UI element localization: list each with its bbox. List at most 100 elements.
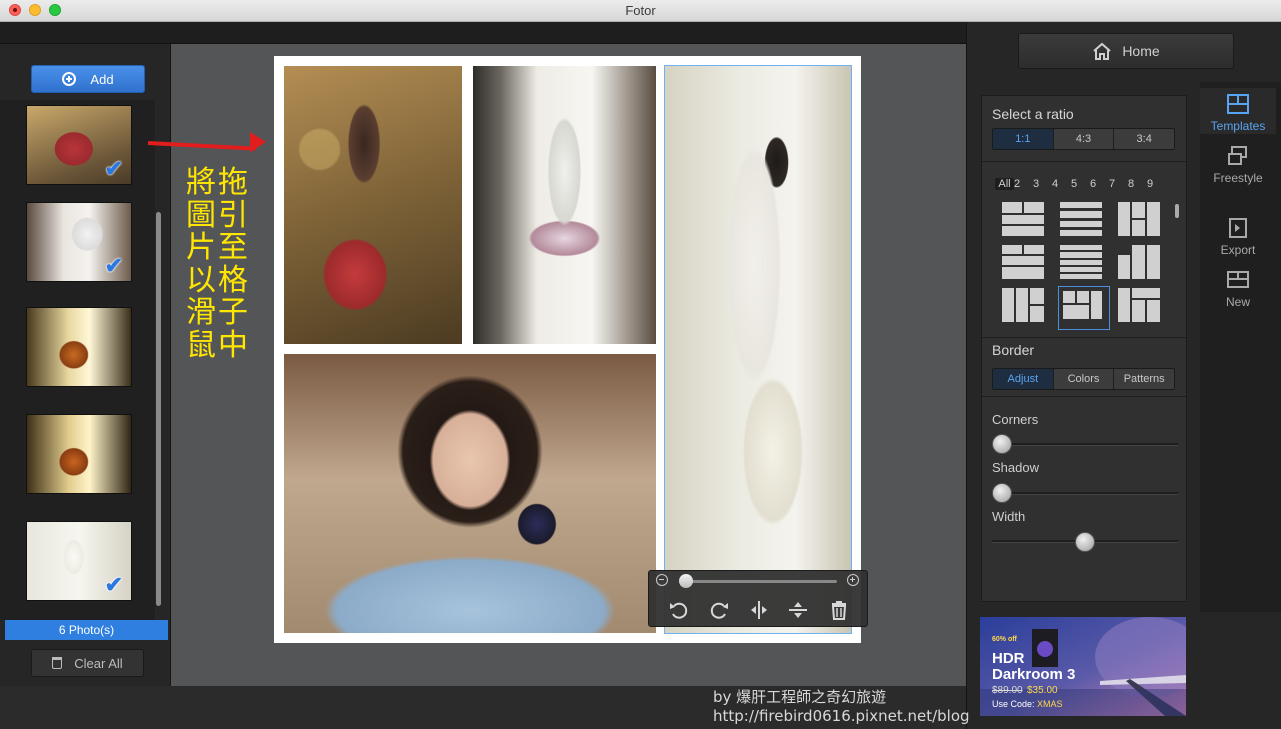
annotation-column-2: 將 圖 片 以 滑 鼠 [186,165,216,363]
photo-thumbnail-list: ✔ ✔ ✔ [0,100,155,620]
trash-icon [52,657,63,669]
divider [982,161,1186,162]
template-thumbnail[interactable] [1060,245,1108,285]
photo-thumbnail[interactable] [26,307,132,387]
ratio-title: Select a ratio [992,106,1074,122]
footer-byline: by 爆肝工程師之奇幻旅遊 [713,688,887,706]
plus-circle-icon [62,72,77,86]
ratio-selector: 1:1 4:3 3:4 [992,128,1175,150]
annotation-column-1: 拖 引 至 格 子 中 [218,165,248,363]
nav-templates[interactable]: Templates [1200,88,1276,134]
home-button[interactable]: Home [1018,33,1234,69]
collage-cell[interactable] [473,66,656,344]
nav-export-label: Export [1220,243,1256,257]
nav-new-label: New [1225,295,1250,309]
width-label: Width [992,509,1026,524]
border-title: Border [992,342,1035,358]
zoom-slider-track[interactable] [679,580,837,583]
nav-freestyle-label: Freestyle [1213,171,1263,185]
template-thumbnail[interactable] [1002,202,1050,242]
photo-thumbnail[interactable]: ✔ [26,202,132,282]
clear-all-label: Clear All [74,655,123,671]
photo-panel: Add ✔ ✔ ✔ 6 Photo(s) Clear All [0,44,171,686]
collage-cell[interactable] [284,354,656,633]
promo-code: XMAS [1037,699,1063,709]
flip-horizontal-icon[interactable] [747,598,771,622]
title-bar: Fotor [0,0,1281,22]
count-filter-item[interactable]: 8 [1128,178,1147,190]
nav-export[interactable]: Export [1200,212,1276,258]
collage-cell-selected[interactable] [664,65,852,634]
template-thumbnail[interactable] [1060,202,1108,242]
delete-icon[interactable] [827,598,851,622]
count-filter-item[interactable]: 7 [1109,178,1128,190]
zoom-out-icon[interactable] [656,574,668,586]
count-filter-item[interactable]: 3 [1033,178,1052,190]
template-thumbnail[interactable] [1002,245,1050,285]
nav-new[interactable]: New [1200,264,1276,310]
shadow-slider-knob[interactable] [992,483,1012,503]
rotate-left-icon[interactable] [667,598,691,622]
corners-slider-knob[interactable] [992,434,1012,454]
side-navigation: Templates Freestyle Export New [1200,82,1281,612]
photo-thumbnail[interactable] [26,414,132,494]
count-filter-item[interactable]: All [995,178,1014,190]
home-label: Home [1122,43,1160,59]
count-filter-item[interactable]: 4 [1052,178,1071,190]
count-filter-item[interactable]: 5 [1071,178,1090,190]
shadow-slider-track[interactable] [992,492,1178,495]
border-tab-adjust[interactable]: Adjust [993,369,1054,389]
promo-banner[interactable]: 60% off HDR Darkroom 3 $89.00 $35.00 Use… [980,617,1186,716]
freestyle-icon [1228,146,1247,165]
photo-thumbnail[interactable]: ✔ [26,521,132,601]
top-strip [0,22,966,44]
photo-count-filter: All 2 3 4 5 6 7 8 9 [995,178,1166,190]
nav-templates-label: Templates [1210,119,1266,133]
template-scrollbar[interactable] [1175,204,1179,218]
add-label: Add [90,71,114,87]
checkmark-icon: ✔ [104,572,123,597]
corners-label: Corners [992,412,1039,427]
corners-slider-track[interactable] [992,443,1178,446]
width-slider-knob[interactable] [1075,532,1095,552]
border-tab-patterns[interactable]: Patterns [1114,369,1174,389]
border-tab-colors[interactable]: Colors [1053,369,1115,389]
nav-freestyle[interactable]: Freestyle [1200,140,1276,186]
ratio-option[interactable]: 1:1 [993,129,1054,149]
red-arrow-head [250,132,266,152]
promo-badge: 60% off [992,636,1017,643]
template-grid [1002,202,1177,332]
photo-count-label: 6 Photo(s) [5,620,168,640]
collage-canvas [274,56,861,643]
template-thumbnail[interactable] [1002,288,1050,328]
count-filter-item[interactable]: 2 [1014,178,1033,190]
count-filter-item[interactable]: 6 [1090,178,1109,190]
flip-vertical-icon[interactable] [786,598,810,622]
collage-cell[interactable] [284,66,462,344]
shadow-label: Shadow [992,460,1039,475]
export-icon [1229,218,1247,238]
zoom-slider-knob[interactable] [679,574,693,588]
ratio-option[interactable]: 3:4 [1114,129,1174,149]
zoom-in-icon[interactable] [847,574,859,586]
checkmark-icon: ✔ [104,253,123,278]
rotate-right-icon[interactable] [707,598,731,622]
new-icon [1227,271,1249,288]
clear-all-button[interactable]: Clear All [31,649,144,677]
template-thumbnail-selected[interactable] [1058,286,1110,330]
promo-title-1: HDR [992,650,1025,667]
add-photo-button[interactable]: Add [31,65,145,93]
footer-url: http://firebird0616.pixnet.net/blog [713,707,970,725]
promo-old-price: $89.00 [992,685,1023,696]
image-toolbar [648,570,868,627]
template-thumbnail[interactable] [1118,245,1166,285]
photo-thumbnail[interactable]: ✔ [26,105,132,185]
template-thumbnail[interactable] [1118,202,1166,242]
template-thumbnail[interactable] [1118,288,1166,328]
promo-title-2: Darkroom 3 [992,666,1076,683]
templates-icon [1227,94,1249,114]
divider [982,337,1186,338]
thumbnail-scrollbar[interactable] [156,212,161,606]
count-filter-item[interactable]: 9 [1147,178,1166,190]
ratio-option[interactable]: 4:3 [1053,129,1115,149]
